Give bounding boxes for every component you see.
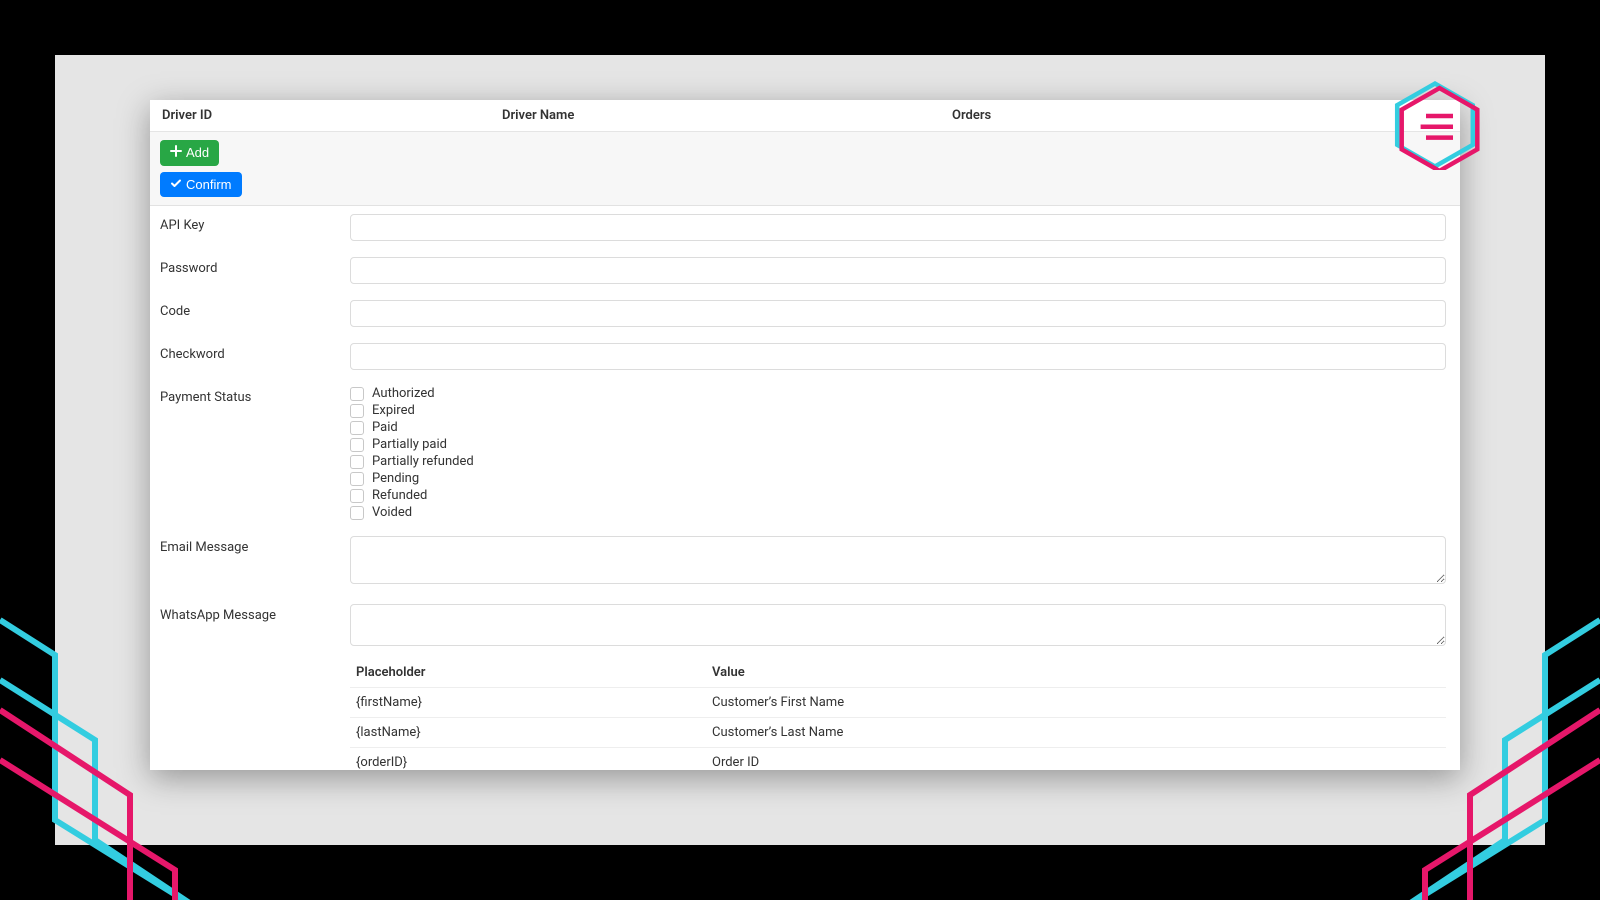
- main-scroll-area[interactable]: Driver ID Driver Name Orders Add Confirm…: [150, 100, 1460, 770]
- value-cell: Customer’s Last Name: [706, 718, 1446, 748]
- payment-status-option-label: Partially paid: [372, 437, 447, 452]
- password-input[interactable]: [350, 257, 1446, 284]
- driver-name-header: Driver Name: [502, 108, 952, 123]
- checkbox-icon[interactable]: [350, 506, 364, 520]
- password-row: Password: [150, 249, 1460, 292]
- email-message-textarea[interactable]: [350, 536, 1446, 584]
- placeholder-header: Placeholder: [350, 658, 706, 688]
- payment-status-option-label: Refunded: [372, 488, 427, 503]
- checkbox-icon[interactable]: [350, 387, 364, 401]
- payment-status-row: Payment Status Authorized Expired Paid Part…: [150, 378, 1460, 528]
- driver-actions: Add Confirm: [150, 132, 1460, 206]
- brand-logo-icon: [1390, 80, 1480, 170]
- value-cell: Customer’s First Name: [706, 688, 1446, 718]
- placeholder-cell: {orderID}: [350, 748, 706, 770]
- driver-id-header: Driver ID: [162, 108, 502, 123]
- placeholder-table: Placeholder Value {firstName}Customer’s …: [350, 658, 1446, 770]
- payment-status-option-label: Pending: [372, 471, 419, 486]
- whatsapp-message-row: WhatsApp Message Placeholder Value {firs…: [150, 596, 1460, 770]
- checkword-label: Checkword: [160, 343, 350, 362]
- payment-status-option[interactable]: Refunded: [350, 488, 1446, 503]
- checkbox-icon[interactable]: [350, 421, 364, 435]
- table-row: {firstName}Customer’s First Name: [350, 688, 1446, 718]
- payment-status-option-label: Paid: [372, 420, 398, 435]
- email-message-label: Email Message: [160, 536, 350, 555]
- checkbox-icon[interactable]: [350, 489, 364, 503]
- api-key-row: API Key: [150, 206, 1460, 249]
- api-key-label: API Key: [160, 214, 350, 233]
- whatsapp-message-label: WhatsApp Message: [160, 604, 350, 623]
- payment-status-option[interactable]: Partially paid: [350, 437, 1446, 452]
- payment-status-option-label: Authorized: [372, 386, 435, 401]
- checkbox-icon[interactable]: [350, 472, 364, 486]
- payment-status-option[interactable]: Voided: [350, 505, 1446, 520]
- payment-status-options: Authorized Expired Paid Partially paid Parti…: [350, 386, 1446, 520]
- payment-status-option[interactable]: Expired: [350, 403, 1446, 418]
- checkbox-icon[interactable]: [350, 455, 364, 469]
- email-message-row: Email Message: [150, 528, 1460, 596]
- api-key-input[interactable]: [350, 214, 1446, 241]
- table-row: {orderID}Order ID: [350, 748, 1446, 770]
- payment-status-option[interactable]: Partially refunded: [350, 454, 1446, 469]
- code-input[interactable]: [350, 300, 1446, 327]
- add-button-label: Add: [186, 145, 209, 161]
- payment-status-label: Payment Status: [160, 386, 350, 405]
- value-cell: Order ID: [706, 748, 1446, 770]
- payment-status-option-label: Voided: [372, 505, 412, 520]
- whatsapp-message-textarea[interactable]: [350, 604, 1446, 646]
- checkbox-icon[interactable]: [350, 404, 364, 418]
- driver-table-header: Driver ID Driver Name Orders: [150, 100, 1460, 132]
- table-row: {lastName}Customer’s Last Name: [350, 718, 1446, 748]
- confirm-button[interactable]: Confirm: [160, 172, 242, 198]
- add-button[interactable]: Add: [160, 140, 219, 166]
- plus-icon: [170, 145, 182, 161]
- checkword-input[interactable]: [350, 343, 1446, 370]
- password-label: Password: [160, 257, 350, 276]
- confirm-button-label: Confirm: [186, 177, 232, 193]
- payment-status-option[interactable]: Authorized: [350, 386, 1446, 401]
- code-row: Code: [150, 292, 1460, 335]
- placeholder-cell: {lastName}: [350, 718, 706, 748]
- orders-header: Orders: [952, 108, 1448, 123]
- payment-status-option-label: Expired: [372, 403, 415, 418]
- code-label: Code: [160, 300, 350, 319]
- main-panel: Driver ID Driver Name Orders Add Confirm…: [150, 100, 1460, 770]
- checkword-row: Checkword: [150, 335, 1460, 378]
- check-icon: [170, 177, 182, 193]
- value-header: Value: [706, 658, 1446, 688]
- payment-status-option[interactable]: Pending: [350, 471, 1446, 486]
- placeholder-cell: {firstName}: [350, 688, 706, 718]
- payment-status-option-label: Partially refunded: [372, 454, 474, 469]
- checkbox-icon[interactable]: [350, 438, 364, 452]
- payment-status-option[interactable]: Paid: [350, 420, 1446, 435]
